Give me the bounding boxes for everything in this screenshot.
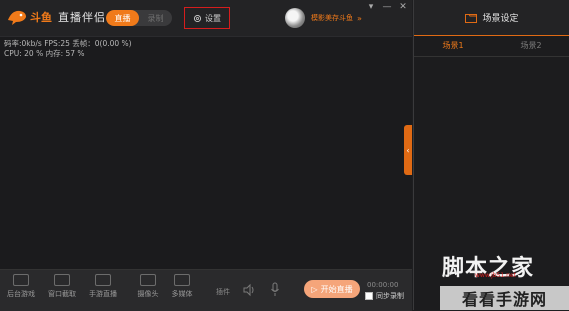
minimize-icon[interactable]: — — [382, 2, 392, 12]
mode-toggle[interactable]: 直播 录制 — [106, 10, 172, 26]
watermark-url: www.jb51.net — [475, 272, 516, 279]
user-profile[interactable]: 模影美存斗鱼 » — [285, 8, 362, 28]
record-mode-button[interactable]: 录制 — [139, 10, 172, 26]
settings-label: 设置 — [205, 13, 221, 23]
sync-record-option[interactable]: 同步录制 — [365, 291, 404, 301]
media-icon — [174, 274, 190, 286]
close-icon[interactable]: ✕ — [398, 2, 408, 12]
avatar[interactable] — [285, 8, 305, 28]
tab-scene-1[interactable]: 场景1 — [414, 40, 492, 54]
gear-icon — [193, 14, 202, 22]
toolbar-item-background-game[interactable]: 后台游戏 — [1, 274, 41, 299]
bottom-toolbar: 后台游戏 窗口截取 手游直播 摄像头 多媒体 插件 ▷ 开始直播 00:00:0… — [0, 269, 412, 311]
app-name: 直播伴侣 — [58, 11, 106, 24]
tab-divider — [414, 56, 569, 57]
user-name[interactable]: 模影美存斗鱼 — [311, 13, 353, 23]
watermark-kkshouyou: 看看手游网 — [440, 286, 569, 310]
collapse-panel-button[interactable]: ‹ — [404, 125, 412, 175]
start-live-label: 开始直播 — [320, 284, 353, 294]
logo: 斗鱼 直播伴侣 — [6, 8, 106, 26]
stats-panel: 码率:0kb/s FPS:25 丢帧：0(0.00 %) CPU: 20 % 内… — [4, 39, 132, 59]
title-bar: 斗鱼 直播伴侣 直播 录制 设置 模影美存斗鱼 » ▾ — ✕ — [0, 0, 412, 37]
toolbar-item-label: 手游直播 — [89, 290, 117, 298]
gamepad-icon — [13, 274, 29, 286]
settings-button[interactable]: 设置 — [184, 7, 230, 29]
toolbar-item-label: 窗口截取 — [48, 290, 76, 298]
pin-icon[interactable]: ▾ — [366, 2, 376, 12]
preview-area — [0, 37, 412, 269]
scene-panel-title: 场景设定 — [482, 14, 519, 24]
sync-record-label: 同步录制 — [376, 292, 404, 300]
chevron-left-icon: ‹ — [406, 145, 410, 155]
monitor-icon — [54, 274, 70, 286]
toolbar-item-label: 摄像头 — [137, 290, 159, 298]
scene-panel-header: 场景设定 — [414, 0, 569, 36]
main-area: 斗鱼 直播伴侣 直播 录制 设置 模影美存斗鱼 » ▾ — ✕ 码率:0kb/s… — [0, 0, 412, 311]
microphone-icon[interactable] — [270, 282, 280, 298]
stats-cpu-line: CPU: 20 % 内存: 57 % — [4, 49, 85, 58]
plugin-button[interactable]: 插件 — [216, 287, 230, 297]
play-icon: ▷ — [311, 284, 318, 294]
stats-bitrate-line: 码率:0kb/s FPS:25 丢帧：0(0.00 %) — [4, 39, 132, 48]
start-live-button[interactable]: ▷ 开始直播 — [304, 280, 360, 298]
live-timer: 00:00:00 — [367, 281, 399, 289]
toolbar-item-label: 多媒体 — [171, 290, 193, 298]
live-mode-button[interactable]: 直播 — [106, 10, 139, 26]
folder-icon — [465, 13, 478, 23]
sync-record-checkbox[interactable] — [365, 292, 373, 300]
scene-tabs: 场景1 场景2 — [414, 40, 569, 54]
speaker-icon[interactable] — [242, 283, 256, 297]
camera-icon — [140, 274, 156, 286]
toolbar-item-mobile-live[interactable]: 手游直播 — [83, 274, 123, 299]
fish-logo-icon — [8, 10, 26, 25]
toolbar-item-label: 后台游戏 — [7, 290, 35, 298]
window-controls: ▾ — ✕ — [366, 2, 408, 12]
app-window: 斗鱼 直播伴侣 直播 录制 设置 模影美存斗鱼 » ▾ — ✕ 码率:0kb/s… — [0, 0, 569, 311]
brand-name: 斗鱼 — [30, 11, 52, 24]
toolbar-item-window-capture[interactable]: 窗口截取 — [42, 274, 82, 299]
chevron-right-icon[interactable]: » — [357, 14, 362, 23]
tab-scene-2[interactable]: 场景2 — [492, 40, 569, 54]
phone-play-icon — [95, 274, 111, 286]
toolbar-item-multimedia[interactable]: 多媒体 — [162, 274, 202, 299]
